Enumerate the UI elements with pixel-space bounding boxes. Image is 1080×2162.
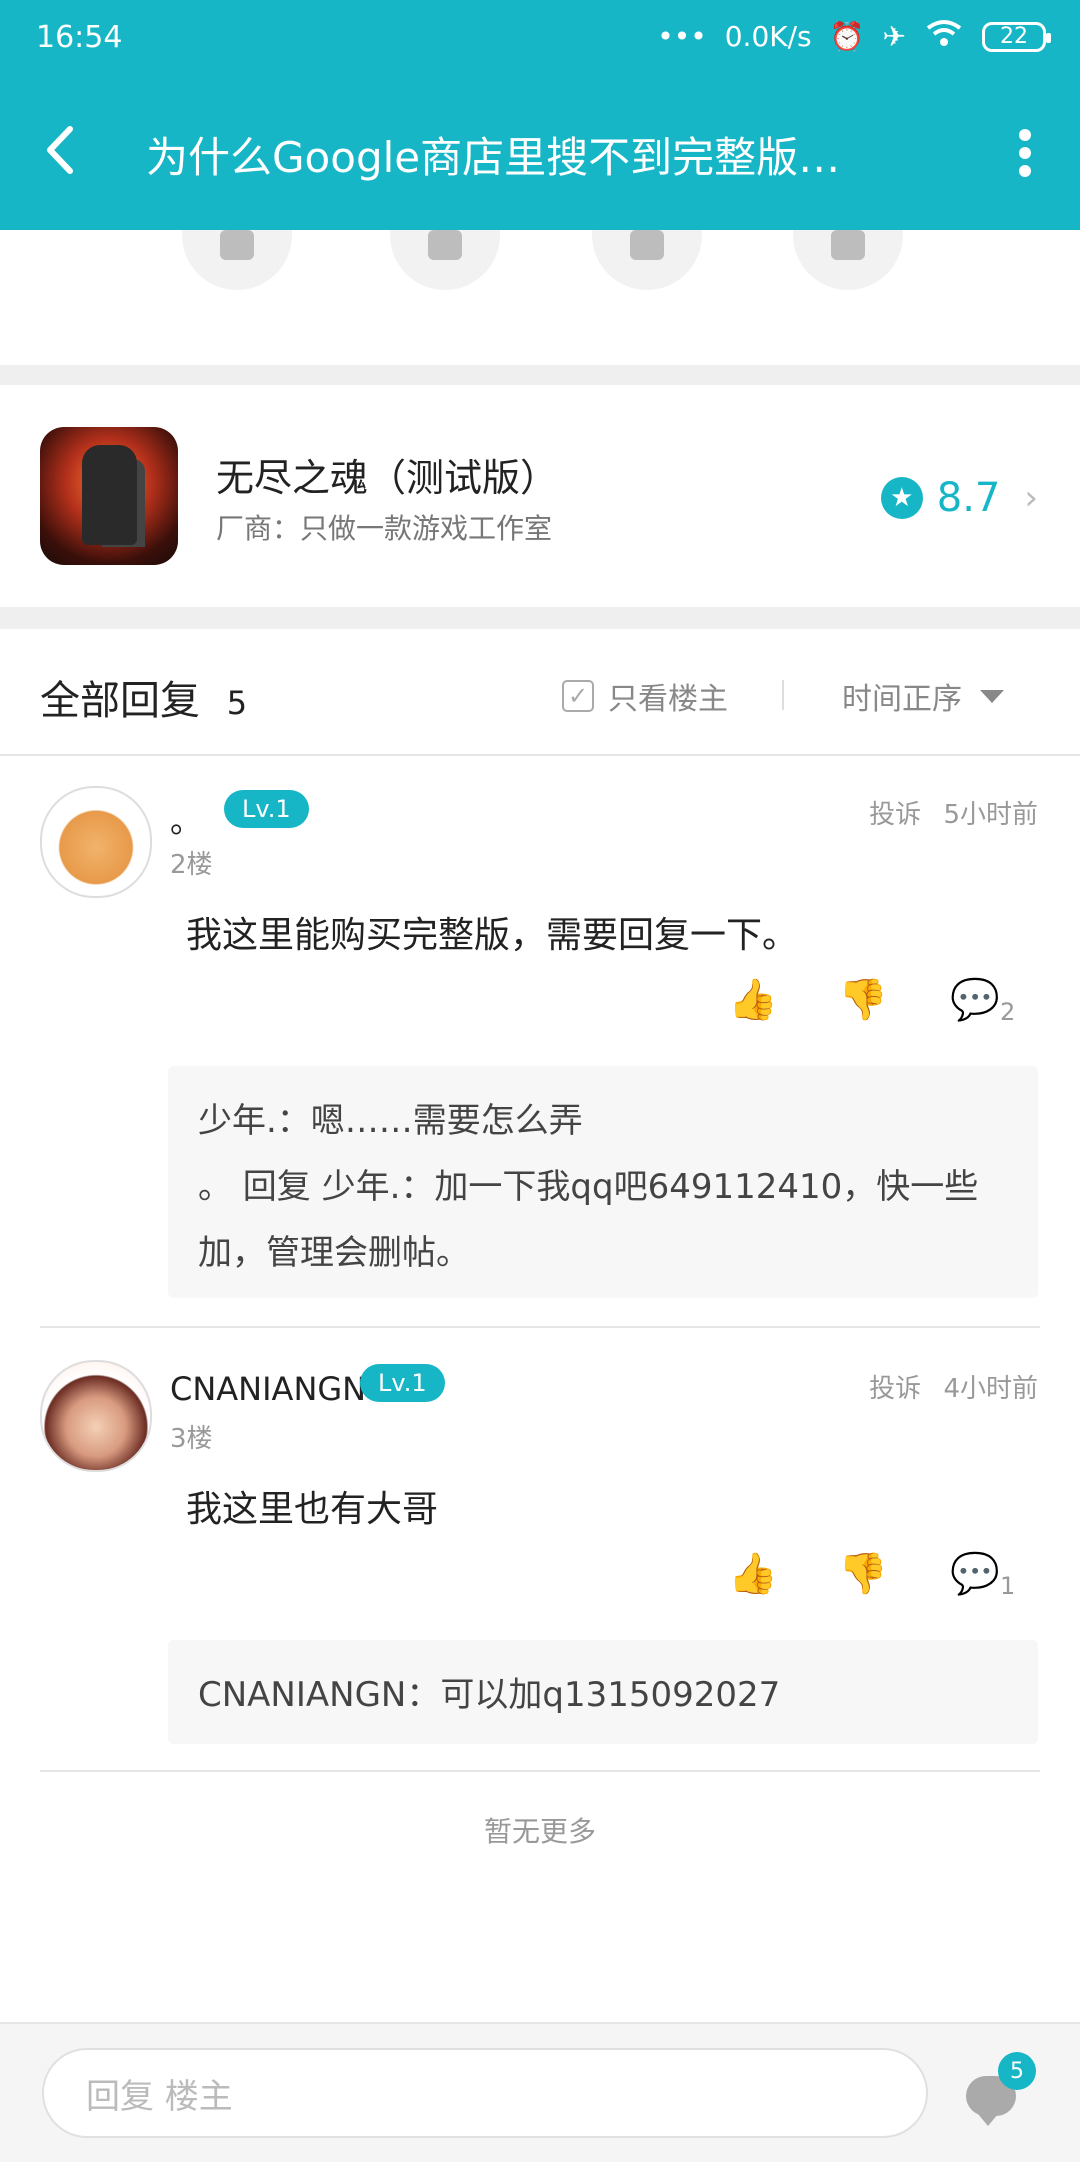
reply-time: 4小时前 xyxy=(943,1374,1038,1404)
divider xyxy=(40,1770,1040,1772)
sub-replies-box[interactable]: CNANIANGN：可以加q1315092027 xyxy=(168,1640,1038,1744)
reply-item: CNANIANGN Lv.1 3楼 投诉 4小时前 我这里也有大哥 👍 👎 💬 … xyxy=(0,1330,1080,1770)
star-icon: ★ xyxy=(880,477,923,519)
reply-input[interactable]: 回复 楼主 xyxy=(42,2048,928,2138)
reply-time: 5小时前 xyxy=(943,800,1038,830)
game-name: 无尽之魂（测试版） xyxy=(216,456,559,500)
bookmark-post-button[interactable] xyxy=(793,230,903,290)
post-actions-strip xyxy=(0,230,1080,365)
status-time: 16:54 xyxy=(36,20,123,55)
checkbox-icon: ✓ xyxy=(562,680,594,712)
dislike-post-button[interactable] xyxy=(390,230,500,290)
reply-item: 。 Lv.1 2楼 投诉 5小时前 我这里能购买完整版，需要回复一下。 👍 👎 … xyxy=(0,756,1080,1326)
share-icon xyxy=(630,230,664,260)
section-divider xyxy=(0,607,1080,629)
chevron-right-icon: › xyxy=(1024,478,1038,518)
airplane-icon: ✈ xyxy=(882,20,906,53)
status-indicators: ••• 0.0K/s ⏰ ✈ 22 xyxy=(657,18,1051,55)
reply-content: 我这里也有大哥 xyxy=(186,1489,439,1530)
report-link[interactable]: 投诉 xyxy=(869,1374,921,1404)
avatar[interactable] xyxy=(40,1360,152,1472)
all-replies-label: 全部回复 xyxy=(40,678,200,724)
level-badge: Lv.1 xyxy=(224,790,309,828)
wifi-icon xyxy=(924,18,964,55)
sub-reply: 。 回复 少年.：加一下我qq吧649112410，快一些加，管理会删帖。 xyxy=(198,1167,979,1273)
back-button[interactable] xyxy=(30,110,90,190)
status-bar: 16:54 ••• 0.0K/s ⏰ ✈ 22 xyxy=(0,0,1080,80)
like-post-button[interactable] xyxy=(182,230,292,290)
thumbs-down-icon[interactable]: 👎 xyxy=(838,1550,888,1597)
back-arrow-icon xyxy=(47,126,73,174)
only-op-toggle[interactable]: ✓ 只看楼主 xyxy=(562,674,728,718)
reply-floor: 2楼 xyxy=(170,850,213,880)
bottom-reply-bar: 回复 楼主 5 xyxy=(0,2022,1080,2162)
report-link[interactable]: 投诉 xyxy=(869,800,921,830)
battery-icon: 22 xyxy=(982,21,1051,52)
page-title: 为什么Google商店里搜不到完整版… xyxy=(146,133,841,182)
comment-icon[interactable]: 💬 xyxy=(950,1550,1000,1597)
net-speed: 0.0K/s xyxy=(724,20,812,53)
bookmark-icon xyxy=(831,230,865,260)
avatar[interactable] xyxy=(40,786,152,898)
rating-score: 8.7 xyxy=(936,475,1001,521)
signal-dots-icon: ••• xyxy=(657,20,707,53)
reply-count: 5 xyxy=(226,684,248,722)
sub-reply: 少年.：嗯……需要怎么弄 xyxy=(198,1101,583,1141)
reply-floor: 3楼 xyxy=(170,1424,213,1454)
reply-meta: 投诉 4小时前 xyxy=(869,1368,1038,1405)
only-op-label: 只看楼主 xyxy=(608,682,728,717)
reply-actions: 👍 👎 💬 2 xyxy=(0,976,1080,1036)
reply-meta: 投诉 5小时前 xyxy=(869,794,1038,831)
thumbs-down-icon xyxy=(428,230,462,260)
comments-button[interactable]: 5 xyxy=(966,2052,1036,2126)
level-badge: Lv.1 xyxy=(360,1364,445,1402)
thumbs-up-icon xyxy=(220,230,254,260)
more-vert-icon xyxy=(1019,129,1031,177)
caret-down-icon xyxy=(980,689,1004,703)
sub-replies-box[interactable]: 少年.：嗯……需要怎么弄 。 回复 少年.：加一下我qq吧649112410，快… xyxy=(168,1066,1038,1298)
more-menu-button[interactable] xyxy=(1000,118,1050,188)
thumbs-up-icon[interactable]: 👍 xyxy=(728,1550,778,1597)
alarm-icon: ⏰ xyxy=(829,20,865,53)
reply-username[interactable]: CNANIANGN xyxy=(170,1370,366,1408)
game-vendor: 厂商：只做一款游戏工作室 xyxy=(216,512,553,545)
comment-count: 1 xyxy=(1000,1572,1016,1600)
sub-reply: CNANIANGN：可以加q1315092027 xyxy=(198,1675,781,1715)
section-divider xyxy=(0,365,1080,385)
thumbs-up-icon[interactable]: 👍 xyxy=(728,976,778,1023)
divider xyxy=(40,1326,1040,1328)
battery-level: 22 xyxy=(1000,24,1028,49)
reply-placeholder: 回复 楼主 xyxy=(86,2076,233,2117)
share-post-button[interactable] xyxy=(592,230,702,290)
comment-count: 2 xyxy=(1000,998,1016,1026)
app-header: 16:54 ••• 0.0K/s ⏰ ✈ 22 为什么Google商店里搜不到完… xyxy=(0,0,1080,230)
game-card[interactable]: 无尽之魂（测试版） 厂商：只做一款游戏工作室 ★ 8.7 › xyxy=(0,387,1080,607)
sort-label: 时间正序 xyxy=(842,682,962,717)
game-rating: ★ 8.7 › xyxy=(880,475,1038,521)
reply-actions: 👍 👎 💬 1 xyxy=(0,1550,1080,1610)
sort-dropdown[interactable]: 时间正序 xyxy=(842,674,1004,718)
reply-username[interactable]: 。 xyxy=(170,796,202,842)
game-icon xyxy=(40,427,178,565)
reply-content: 我这里能购买完整版，需要回复一下。 xyxy=(186,915,799,956)
divider xyxy=(782,680,784,710)
thumbs-down-icon[interactable]: 👎 xyxy=(838,976,888,1023)
all-replies-title: 全部回复 5 xyxy=(40,668,247,726)
comment-icon[interactable]: 💬 xyxy=(950,976,1000,1023)
comments-badge: 5 xyxy=(998,2052,1036,2090)
no-more-text: 暂无更多 xyxy=(483,1815,596,1848)
replies-header: 全部回复 5 ✓ 只看楼主 时间正序 xyxy=(0,630,1080,756)
